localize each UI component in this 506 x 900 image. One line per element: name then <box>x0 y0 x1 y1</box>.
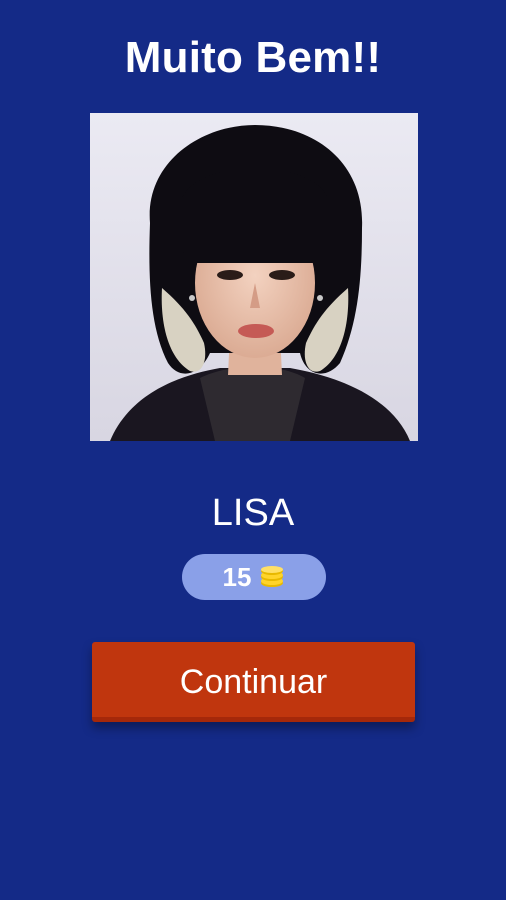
coin-stack-icon <box>261 566 284 587</box>
coin-reward-badge: 15 <box>182 554 326 600</box>
answer-name: LISA <box>211 492 295 534</box>
page-title: Muito Bem!! <box>124 33 382 82</box>
coin-count: 15 <box>222 562 252 592</box>
answer-photo <box>90 113 418 441</box>
portrait-image <box>90 113 418 441</box>
result-screen: Muito Bem!! LISA 15 Continuar <box>0 0 506 900</box>
continue-button[interactable]: Continuar <box>92 642 415 722</box>
